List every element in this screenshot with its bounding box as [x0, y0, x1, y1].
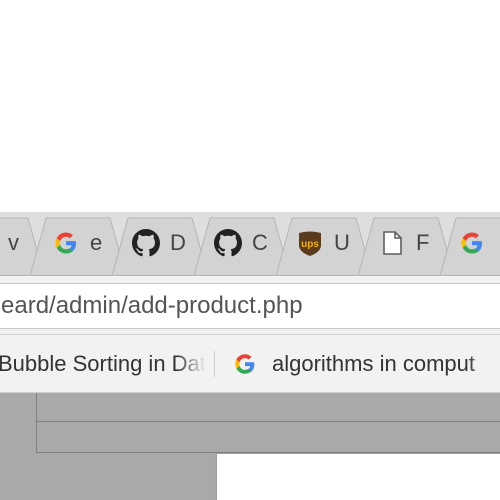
tab-0[interactable]: v: [8, 229, 19, 257]
bookmark-fade: [176, 349, 206, 379]
bookmark-fade: [468, 349, 498, 379]
github-icon: [132, 229, 160, 257]
tab-4-title: U: [334, 230, 350, 255]
tab-2-title: D: [170, 230, 186, 255]
page-backdrop: [0, 393, 500, 500]
tab-0-title: v: [8, 230, 19, 255]
svg-text:ups: ups: [301, 239, 319, 250]
bookmark-item-0[interactable]: Bubble Sorting in Dat: [0, 349, 206, 379]
tab-3-title: C: [252, 230, 268, 255]
bookmark-separator: [214, 351, 215, 377]
bookmark-item-1[interactable]: algorithms in comput: [232, 349, 498, 379]
browser-window: v e D C ups U F eard/admin/add-product.p…: [0, 0, 500, 500]
bookmark-item-1-label: algorithms in comput: [272, 351, 475, 376]
page-frame-line: [36, 421, 500, 422]
blank-area: [0, 0, 500, 212]
modal-dialog: [217, 454, 500, 500]
browser-toolbar: eard/admin/add-product.php: [0, 276, 500, 335]
tab-4[interactable]: ups U: [296, 229, 350, 257]
tab-6[interactable]: [458, 229, 496, 257]
tab-3[interactable]: C: [214, 229, 268, 257]
page-frame-line: [36, 452, 500, 453]
tab-strip: v e D C ups U F: [0, 212, 500, 276]
page-frame-line: [36, 393, 37, 453]
tab-5[interactable]: F: [378, 229, 429, 257]
google-icon: [235, 354, 255, 374]
tab-2[interactable]: D: [132, 229, 186, 257]
github-icon: [214, 229, 242, 257]
address-bar[interactable]: eard/admin/add-product.php: [0, 283, 500, 329]
tab-5-title: F: [416, 230, 430, 255]
google-icon: [55, 232, 76, 254]
ups-icon: ups: [299, 231, 321, 256]
bookmarks-bar: Bubble Sorting in Dat algorithms in comp…: [0, 335, 500, 393]
document-icon: [383, 231, 402, 255]
google-icon: [461, 232, 482, 254]
tab-1-title: e: [90, 230, 103, 255]
address-bar-url: eard/admin/add-product.php: [1, 292, 303, 319]
tab-1[interactable]: e: [52, 229, 102, 257]
